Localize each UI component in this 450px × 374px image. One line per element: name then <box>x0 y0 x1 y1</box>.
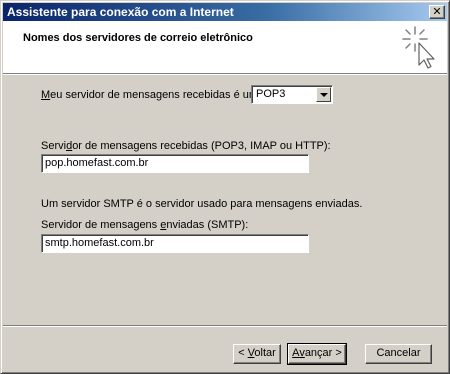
page-title: Nomes dos servidores de correio eletrôni… <box>23 32 253 44</box>
incoming-type-label: Meu servidor de mensagens recebidas é um <box>41 89 259 101</box>
outgoing-server-value: smtp.homefast.com.br <box>45 237 154 249</box>
incoming-server-type-value: POP3 <box>256 88 286 100</box>
header-divider <box>3 73 447 75</box>
outgoing-server-label: Servidor de mensagens enviadas (SMTP): <box>41 219 249 231</box>
close-icon: ✕ <box>432 5 442 18</box>
back-button[interactable]: < Voltar <box>233 344 281 364</box>
window-title: Assistente para conexão com a Internet <box>7 5 234 19</box>
outgoing-server-field[interactable]: smtp.homefast.com.br <box>41 234 309 253</box>
incoming-server-type-select[interactable]: POP3 <box>251 85 333 104</box>
wizard-sparkle-cursor-icon <box>402 26 435 69</box>
incoming-server-value: pop.homefast.com.br <box>45 157 149 169</box>
smtp-info-text: Um servidor SMTP é o servidor usado para… <box>41 198 363 210</box>
wizard-window: Assistente para conexão com a Internet ✕… <box>0 0 450 374</box>
close-button[interactable]: ✕ <box>429 5 445 19</box>
next-button[interactable]: Avançar > <box>287 343 347 365</box>
incoming-server-field[interactable]: pop.homefast.com.br <box>41 154 309 173</box>
chevron-down-icon[interactable] <box>316 87 331 102</box>
footer-divider <box>3 325 447 327</box>
wizard-header: Nomes dos servidores de correio eletrôni… <box>3 21 447 73</box>
incoming-server-label: Servidor de mensagens recebidas (POP3, I… <box>41 140 331 152</box>
cancel-button[interactable]: Cancelar <box>365 344 432 364</box>
title-bar[interactable]: Assistente para conexão com a Internet ✕ <box>3 3 447 21</box>
